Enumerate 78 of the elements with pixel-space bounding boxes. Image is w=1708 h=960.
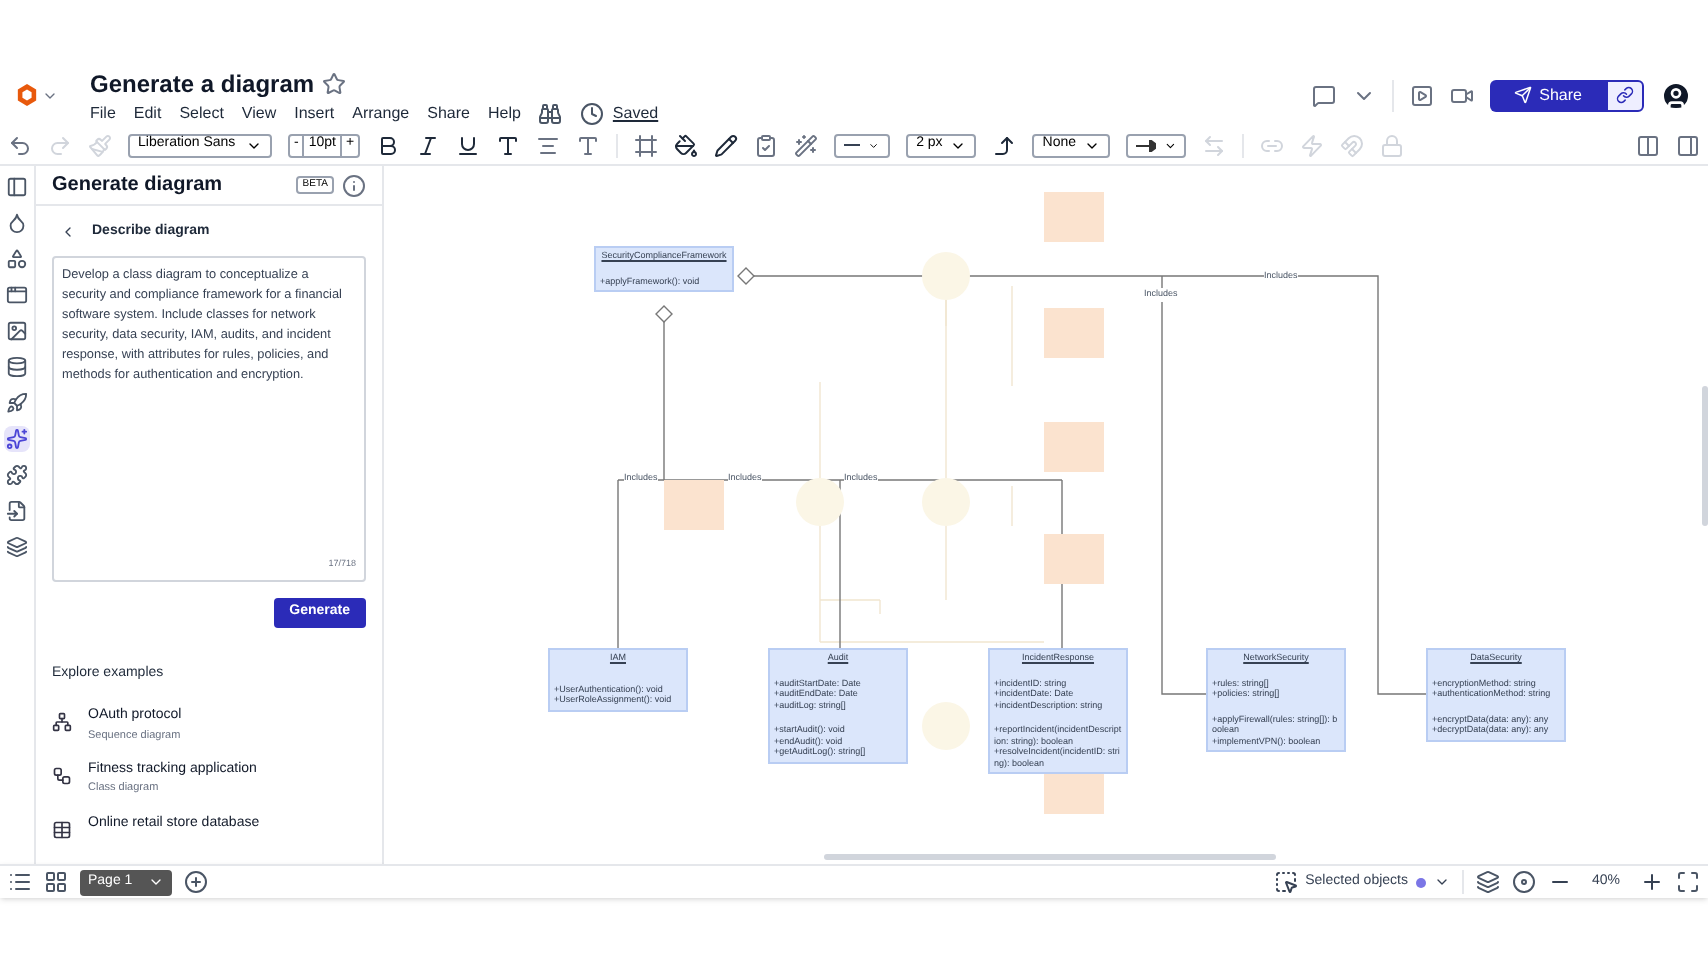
add-page-icon[interactable] xyxy=(184,870,209,894)
diagram-icon xyxy=(52,765,72,786)
saved-status[interactable]: Saved xyxy=(612,101,659,125)
binoculars-icon[interactable] xyxy=(538,101,563,125)
link-icon xyxy=(1616,86,1634,104)
layers-icon xyxy=(6,536,28,558)
logo-icon xyxy=(16,84,38,106)
fullscreen-icon[interactable] xyxy=(1676,870,1700,894)
connector-icon[interactable] xyxy=(992,133,1017,157)
undo-icon[interactable] xyxy=(8,133,32,157)
menu-item[interactable]: Insert xyxy=(294,101,335,125)
puzzle-icon xyxy=(6,464,28,486)
image-icon xyxy=(6,320,28,342)
line-color-icon[interactable] xyxy=(714,133,739,157)
diagram-icon xyxy=(52,712,72,732)
sidebar-tool[interactable] xyxy=(4,534,30,560)
zoom-in-icon[interactable] xyxy=(1640,870,1664,894)
compare-icon[interactable] xyxy=(1636,133,1660,157)
sidebar-tool[interactable] xyxy=(4,462,30,488)
arrow-end-icon xyxy=(1136,139,1156,151)
underline-icon[interactable] xyxy=(456,133,481,157)
video-icon[interactable] xyxy=(1449,83,1474,107)
selection-icon xyxy=(1273,870,1298,894)
app-logo-icon[interactable] xyxy=(16,84,58,106)
copy-link-button[interactable] xyxy=(1606,79,1644,111)
share-button[interactable]: Share xyxy=(1489,79,1606,111)
sidebar-tool[interactable] xyxy=(4,318,30,344)
sidebar-tool[interactable] xyxy=(4,498,30,524)
sidebar-tool[interactable] xyxy=(4,390,30,416)
sidebar-tool[interactable] xyxy=(4,174,30,200)
panel-title: Generate diagram xyxy=(52,172,223,200)
text-options-icon[interactable] xyxy=(576,133,601,157)
shapes-icon xyxy=(6,248,28,270)
document-title[interactable]: Generate a diagram xyxy=(90,65,315,101)
style-icon[interactable] xyxy=(754,133,779,157)
bold-icon[interactable] xyxy=(376,133,401,157)
fill-color-icon[interactable] xyxy=(674,133,699,157)
sidebar-tool[interactable] xyxy=(4,246,30,272)
layout-icon xyxy=(6,176,28,198)
navigation-icon[interactable] xyxy=(1511,870,1536,894)
caret-icon xyxy=(148,874,165,890)
line-end-dropdown[interactable] xyxy=(1126,133,1187,157)
star-icon[interactable] xyxy=(322,71,347,95)
present-icon[interactable] xyxy=(1409,83,1434,107)
menu-item[interactable]: View xyxy=(241,101,277,125)
sidebar-tool[interactable] xyxy=(4,426,30,452)
comment-icon[interactable] xyxy=(1311,83,1336,107)
import-icon xyxy=(6,500,28,522)
layers-icon[interactable] xyxy=(1475,870,1500,894)
data-icon xyxy=(6,356,28,378)
sidebar-tool[interactable] xyxy=(4,210,30,236)
menu-item[interactable]: Select xyxy=(179,101,224,125)
clock-icon xyxy=(580,101,605,125)
frame-icon[interactable] xyxy=(634,133,659,157)
menu-item[interactable]: Arrange xyxy=(352,101,410,125)
frame-icon xyxy=(6,284,28,306)
avatar-icon[interactable] xyxy=(1660,79,1692,111)
menu-item[interactable]: Share xyxy=(427,101,470,125)
magic-wand-icon[interactable] xyxy=(794,133,819,157)
sparkles-icon xyxy=(6,428,28,450)
caret-icon xyxy=(1433,874,1450,890)
sidebar-tool[interactable] xyxy=(4,282,30,308)
back-icon[interactable] xyxy=(60,224,76,241)
rocket-icon xyxy=(6,392,28,414)
italic-icon[interactable] xyxy=(416,133,441,157)
sidebar-tool[interactable] xyxy=(4,354,30,380)
text-color-icon[interactable] xyxy=(496,133,521,157)
line-style-dropdown[interactable] xyxy=(834,133,891,157)
fill-icon xyxy=(6,212,28,234)
diagram-icon xyxy=(52,819,72,839)
grid-icon[interactable] xyxy=(44,870,68,894)
menu-item[interactable]: File xyxy=(90,101,116,125)
paper-plane-icon xyxy=(1513,86,1532,104)
info-icon[interactable] xyxy=(342,173,366,197)
right-panel-icon[interactable] xyxy=(1676,133,1700,157)
menu-item[interactable]: Edit xyxy=(133,101,162,125)
align-icon[interactable] xyxy=(536,133,561,157)
menu-item[interactable]: Help xyxy=(487,101,521,125)
